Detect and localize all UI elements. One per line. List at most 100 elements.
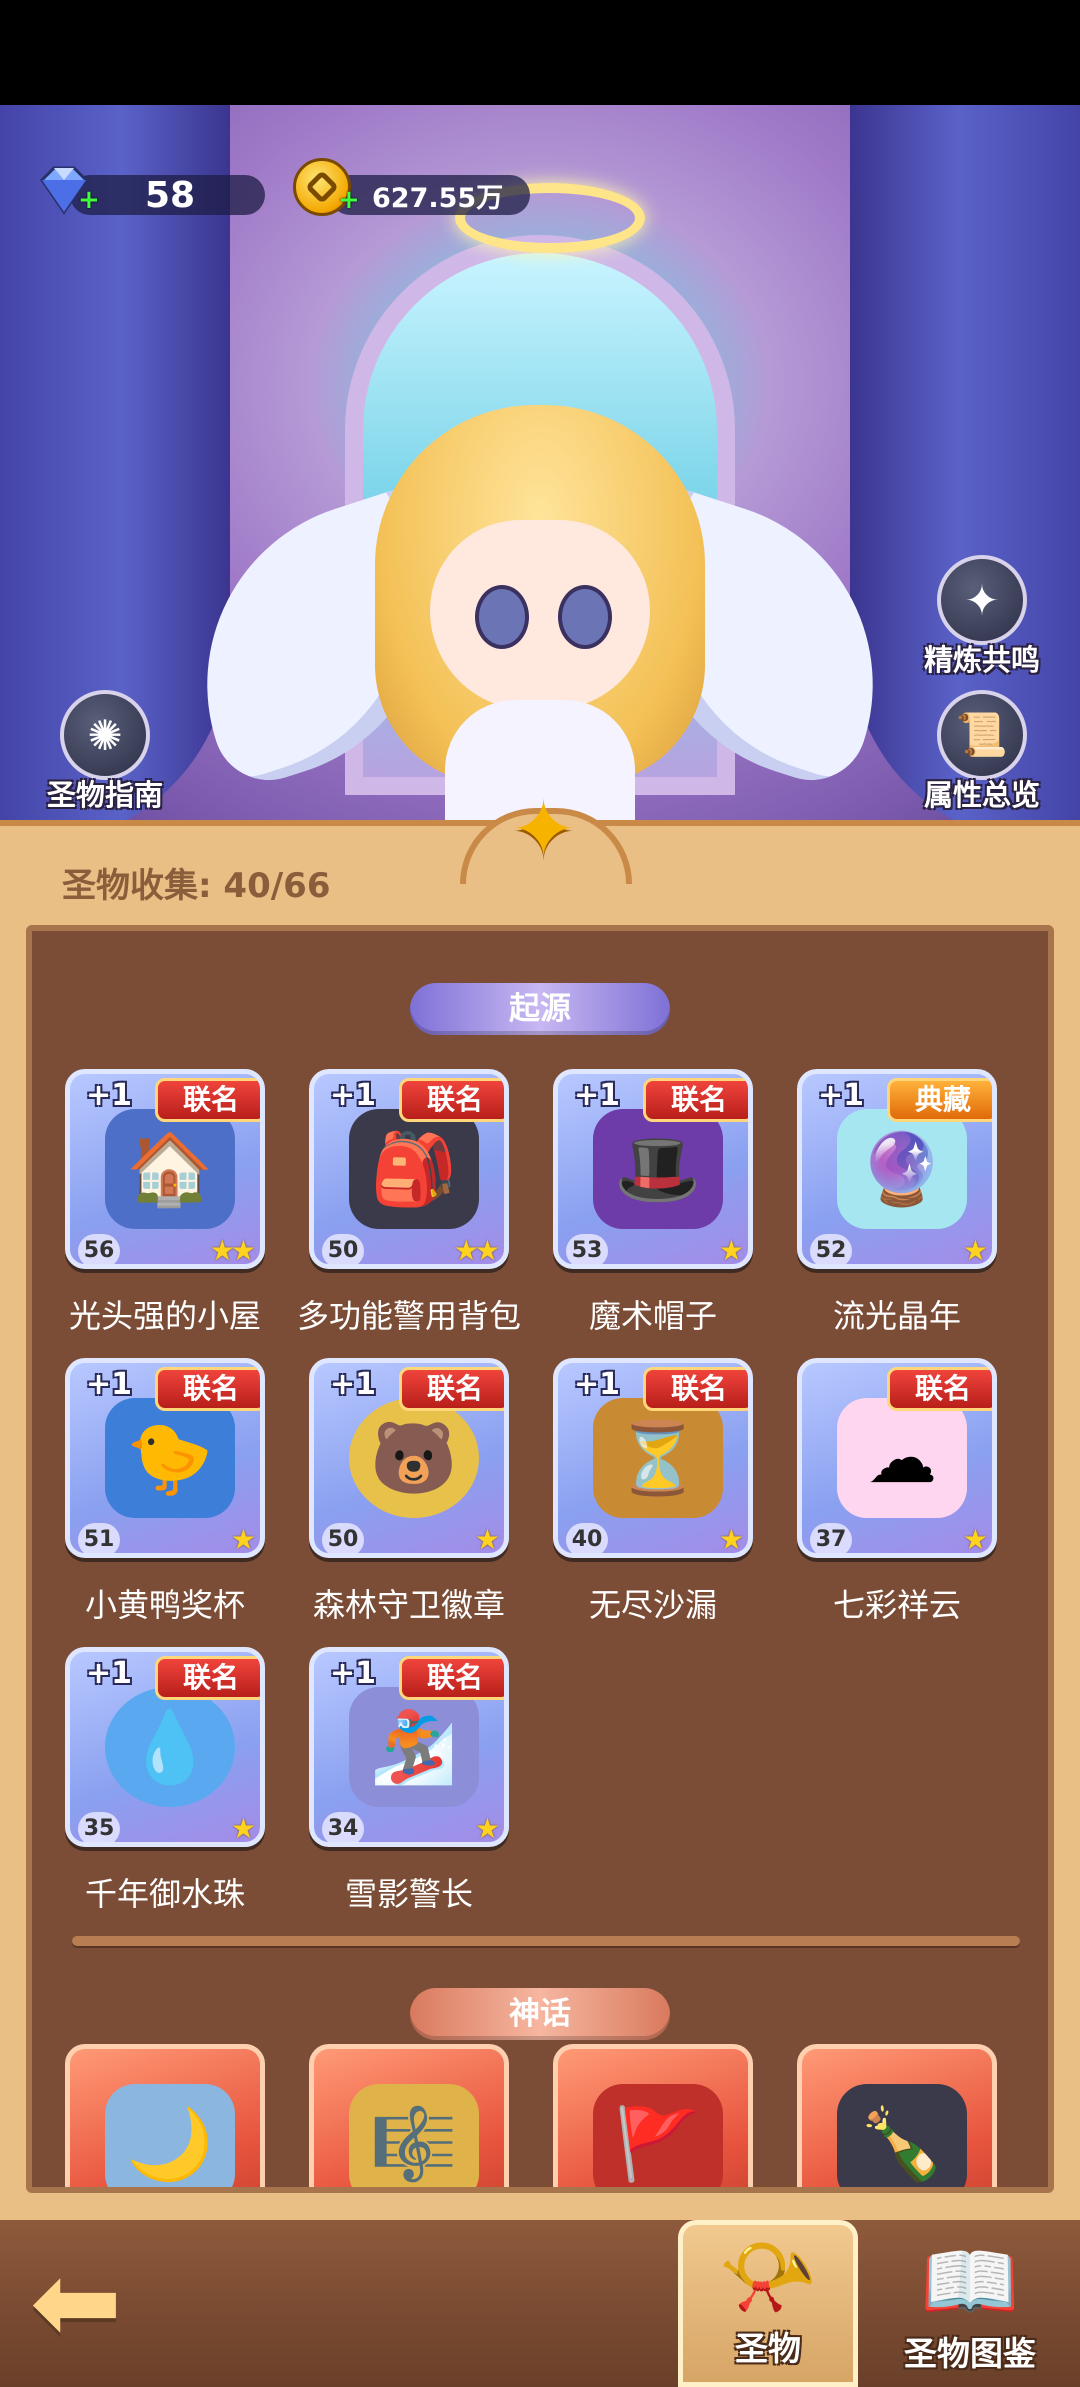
- section-divider: [72, 1936, 1020, 1946]
- tab-relic-atlas[interactable]: 📖 圣物图鉴: [880, 2220, 1060, 2387]
- level-badge: 51: [78, 1523, 120, 1553]
- level-badge: 56: [78, 1234, 120, 1264]
- collab-tag: 联名: [643, 1367, 748, 1411]
- relic-card: 🐻 +1 联名 50 ★: [309, 1358, 509, 1558]
- relic-card: 🎒 +1 联名 50 ★★: [309, 1069, 509, 1269]
- angel-eye-right: [558, 585, 612, 649]
- star-rating: ★: [474, 1523, 500, 1556]
- water-orb-icon: 💧: [105, 1687, 235, 1807]
- collab-tag: 联名: [155, 1656, 260, 1700]
- star-rating: ★: [962, 1523, 988, 1556]
- relic-card: 🎼: [309, 2044, 509, 2187]
- relic-card: ☁ 联名 37 ★: [797, 1358, 997, 1558]
- collab-tag: 联名: [155, 1367, 260, 1411]
- relic-card: 🍾: [797, 2044, 997, 2187]
- attribute-overview-button[interactable]: 📜 属性总览: [897, 690, 1067, 814]
- collab-tag: 联名: [155, 1078, 260, 1122]
- relic-card: 🌙: [65, 2044, 265, 2187]
- potion-bottle-icon: 🍾: [837, 2084, 967, 2187]
- relic-guide-button[interactable]: ✺ 圣物指南: [20, 690, 190, 814]
- cloud-icon: ☁: [837, 1398, 967, 1518]
- backpack-icon: 🎒: [349, 1109, 479, 1229]
- screen: 58 + 627.55万 + ✺ 圣物指南 ✦ 精炼共鸣 📜 属性总览 ✦ 圣物…: [0, 0, 1080, 2387]
- collab-tag: 联名: [399, 1078, 504, 1122]
- add-coins-icon[interactable]: +: [338, 187, 360, 213]
- tab-relics[interactable]: 📯 圣物: [678, 2220, 858, 2387]
- collab-tag: 联名: [399, 1367, 504, 1411]
- relic-card: 💧 +1 联名 35 ★: [65, 1647, 265, 1847]
- bonus-label: +1: [574, 1367, 621, 1402]
- relic-card: ⏳ +1 联名 40 ★: [553, 1358, 753, 1558]
- tab-relics-label: 圣物: [735, 2329, 801, 2368]
- relic-card: 🎩 +1 联名 53 ★: [553, 1069, 753, 1269]
- relic-name: 魔术帽子: [588, 1297, 717, 1335]
- back-arrow-icon[interactable]: ⬅: [30, 2247, 150, 2357]
- gem-count: 58: [145, 174, 196, 216]
- relic-name: 无尽沙漏: [588, 1586, 717, 1624]
- level-badge: 50: [322, 1234, 364, 1264]
- coin-count: 627.55万: [372, 182, 504, 214]
- relic-card: 🔮 +1 典藏 52 ★: [797, 1069, 997, 1269]
- relic-name: 小黄鸭奖杯: [84, 1586, 245, 1624]
- bonus-label: +1: [574, 1078, 621, 1113]
- crystal-ball-icon: 🔮: [837, 1109, 967, 1229]
- refine-resonance-label: 精炼共鸣: [923, 643, 1040, 677]
- star-rating: ★: [718, 1523, 744, 1556]
- house-icon: 🏠: [105, 1109, 235, 1229]
- level-badge: 37: [810, 1523, 852, 1553]
- bonus-label: +1: [330, 1078, 377, 1113]
- collection-tag: 典藏: [887, 1078, 992, 1122]
- bonus-label: +1: [86, 1367, 133, 1402]
- hourglass-icon: ⏳: [593, 1398, 723, 1518]
- relic-card: 🏂 +1 联名 34 ★: [309, 1647, 509, 1847]
- moon-mirror-icon: 🌙: [105, 2084, 235, 2187]
- angel-face: [430, 520, 650, 710]
- four-point-star-icon: ✦: [510, 783, 578, 876]
- level-badge: 35: [78, 1812, 120, 1842]
- level-badge: 50: [322, 1523, 364, 1553]
- bonus-label: +1: [330, 1367, 377, 1402]
- relic-name: 七彩祥云: [832, 1586, 961, 1624]
- book-icon: 📖: [920, 2235, 1020, 2328]
- section-myth-header: 神话: [410, 1988, 670, 2040]
- scroll-icon: 📜: [937, 690, 1027, 780]
- angel-eye-left: [475, 585, 529, 649]
- tab-relic-atlas-label: 圣物图鉴: [904, 2334, 1036, 2373]
- bonus-label: +1: [86, 1078, 133, 1113]
- relic-name: 森林守卫徽章: [312, 1586, 505, 1624]
- section-origin-header: 起源: [410, 983, 670, 1035]
- refine-resonance-button[interactable]: ✦ 精炼共鸣: [897, 555, 1067, 679]
- relic-list[interactable]: 起源 🏠 +1 联名 56 ★★ 光头强的小屋 🎒 +1 联名 50 ★★ 多功…: [26, 925, 1054, 2193]
- collab-tag: 联名: [887, 1367, 992, 1411]
- collab-tag: 联名: [643, 1078, 748, 1122]
- star-rating: ★: [474, 1812, 500, 1845]
- relic-card: 🚩: [553, 2044, 753, 2187]
- duck-trophy-icon: 🐤: [105, 1398, 235, 1518]
- star-rating: ★★: [209, 1234, 256, 1267]
- bonus-label: +1: [818, 1078, 865, 1113]
- bonus-label: +1: [330, 1656, 377, 1691]
- relic-name: 光头强的小屋: [68, 1297, 261, 1335]
- relic-name: 雪影警长: [344, 1875, 473, 1913]
- collab-tag: 联名: [399, 1656, 504, 1700]
- bonus-label: +1: [86, 1656, 133, 1691]
- attribute-overview-label: 属性总览: [923, 778, 1040, 812]
- level-badge: 40: [566, 1523, 608, 1553]
- banner-icon: 🚩: [593, 2084, 723, 2187]
- star-rating: ★: [718, 1234, 744, 1267]
- relic-name: 多功能警用背包: [296, 1297, 521, 1335]
- collection-progress: 圣物收集: 40/66: [62, 866, 331, 906]
- compass-star-icon: ✦: [937, 555, 1027, 645]
- level-badge: 34: [322, 1812, 364, 1842]
- relic-card: 🐤 +1 联名 51 ★: [65, 1358, 265, 1558]
- star-rating: ★: [962, 1234, 988, 1267]
- snowboard-cat-icon: 🏂: [349, 1687, 479, 1807]
- coin-counter[interactable]: 627.55万: [330, 175, 530, 215]
- star-rating: ★★: [453, 1234, 500, 1267]
- horn-relic-icon: 📯: [718, 2230, 818, 2323]
- relic-guide-label: 圣物指南: [46, 778, 163, 812]
- star-rating: ★: [230, 1812, 256, 1845]
- add-gems-icon[interactable]: +: [78, 187, 100, 213]
- guide-icon: ✺: [60, 690, 150, 780]
- magic-hat-icon: 🎩: [593, 1109, 723, 1229]
